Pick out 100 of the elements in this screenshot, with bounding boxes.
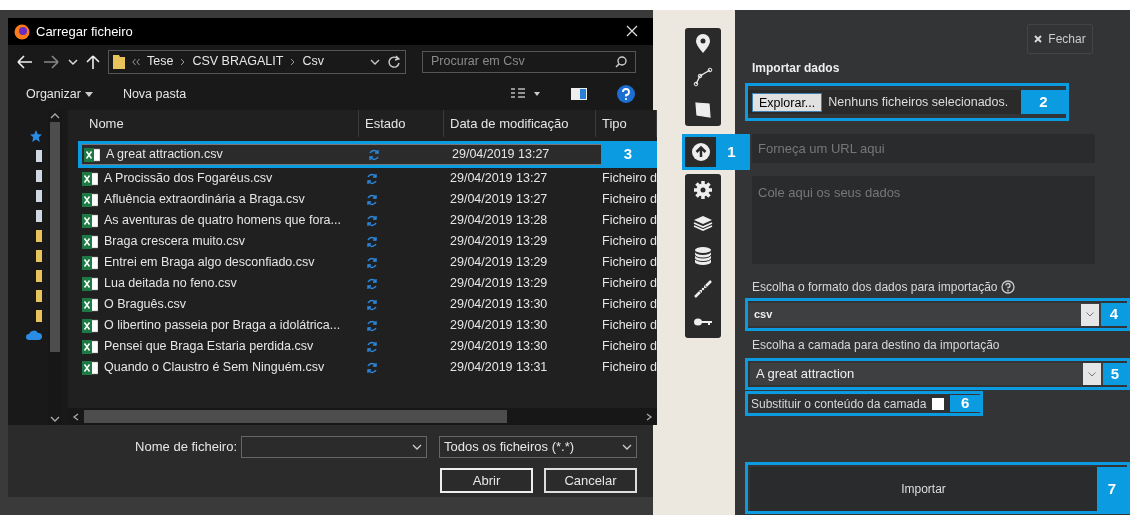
scrollbar-thumb[interactable] — [50, 122, 60, 352]
organize-menu-button[interactable]: Organizar — [26, 84, 93, 104]
replace-checkbox[interactable] — [932, 397, 945, 410]
map-tool-button[interactable] — [693, 180, 713, 200]
file-name: A great attraction.csv — [106, 146, 223, 164]
close-button[interactable]: Fechar — [1027, 24, 1093, 54]
file-row[interactable]: Quando o Claustro é Sem Ninguém.csv 29/04/2019 13:31 Ficheiro d — [68, 357, 657, 378]
double-chevron-icon — [132, 57, 140, 66]
map-tool-button[interactable] — [693, 279, 713, 299]
file-input[interactable]: Explorar... Nenhuns ficheiros selecionados. — [748, 90, 1021, 114]
chevron-down-icon — [622, 442, 632, 452]
sync-icon — [368, 148, 380, 161]
file-type: Ficheiro d — [601, 317, 657, 335]
file-type: Ficheiro d — [601, 233, 657, 251]
file-type: Ficheiro d — [601, 296, 657, 314]
modified-date: 29/04/2019 13:28 — [449, 212, 549, 230]
modified-date: 29/04/2019 13:27 — [451, 146, 551, 164]
preview-pane-icon[interactable] — [571, 88, 587, 100]
breadcrumb-item[interactable]: Csv — [302, 52, 324, 71]
file-row[interactable]: Pensei que Braga Estaria perdida.csv 29/04/2019 13:30 Ficheiro d — [68, 336, 657, 357]
folder-icon — [36, 310, 42, 322]
filename-field[interactable] — [241, 436, 427, 458]
arrows-icon — [693, 279, 713, 299]
file-row[interactable]: Afluência extraordinária a Braga.csv 29/04/2019 13:27 Ficheiro d — [68, 189, 657, 210]
forward-arrow-icon[interactable] — [42, 53, 60, 70]
field-label: Nome de ficheiro: — [135, 438, 237, 457]
file-name: Pensei que Braga Estaria perdida.csv — [104, 338, 314, 356]
folder-icon — [36, 190, 42, 202]
chevron-right-icon — [180, 57, 186, 66]
file-row[interactable]: O libertino passeia por Braga a idolátrica... 29/04/2019 13:30 Ficheiro d — [68, 315, 657, 336]
search-field[interactable]: Procurar em Csv — [422, 50, 636, 73]
spreadsheet-file-icon — [82, 171, 98, 186]
folder-icon — [36, 290, 42, 302]
map-tool-button[interactable] — [693, 67, 713, 87]
breadcrumb-item[interactable]: Tese — [147, 52, 174, 71]
spreadsheet-file-icon — [84, 147, 100, 162]
scrollbar-thumb[interactable] — [84, 410, 507, 423]
file-type: Ficheiro d — [601, 254, 657, 272]
file-row[interactable]: A Procissão dos Fogaréus.csv 29/04/2019 13:27 Ficheiro d — [68, 168, 657, 189]
column-header[interactable]: Data de modificação — [444, 110, 596, 137]
address-bar[interactable]: Tese CSV BRAGALIT Csv — [108, 49, 406, 74]
map-tool-button[interactable] — [693, 213, 713, 233]
folder-icon — [36, 170, 42, 182]
cancel-button[interactable]: Cancelar — [544, 468, 637, 493]
file-row[interactable]: As aventuras de quatro homens que fora... 29/04/2019 13:28 Ficheiro d — [68, 210, 657, 231]
file-name: O libertino passeia por Braga a idolátrica... — [104, 317, 341, 335]
column-header[interactable]: Estado — [359, 110, 444, 137]
view-options-icon[interactable] — [511, 88, 541, 100]
field-label: Escolha a camada para destino da importação — [752, 337, 1001, 354]
file-row[interactable]: Braga crescera muito.csv 29/04/2019 13:29 Ficheiro d — [68, 231, 657, 252]
folder-icon — [36, 270, 42, 282]
browse-button[interactable]: Explorar... — [752, 92, 823, 112]
sync-icon — [366, 214, 378, 227]
file-name: Quando o Claustro é Sem Ninguém.csv — [104, 359, 325, 377]
folder-icon — [36, 150, 42, 162]
upload-tool-button[interactable] — [685, 137, 716, 167]
column-header[interactable]: Nome — [68, 110, 359, 137]
file-type-dropdown[interactable]: Todos os ficheiros (*.*) — [439, 436, 637, 458]
sync-icon — [366, 256, 378, 269]
back-arrow-icon[interactable] — [16, 53, 34, 70]
selected-file-row[interactable]: A great attraction.csv 29/04/2019 13:27 — [81, 144, 602, 165]
polygon-icon — [693, 100, 713, 120]
file-row[interactable]: O Braguês.csv 29/04/2019 13:30 Ficheiro d — [68, 294, 657, 315]
caret-icon — [84, 91, 93, 97]
cloud-icon — [26, 330, 42, 340]
file-row[interactable]: Lua deitada no feno.csv 29/04/2019 13:29 Ficheiro d — [68, 273, 657, 294]
layer-dropdown[interactable]: A great attraction — [750, 363, 1103, 385]
file-type: Ficheiro d — [601, 212, 657, 230]
column-header[interactable]: Tipo — [596, 110, 657, 137]
file-name: A Procissão dos Fogaréus.csv — [104, 170, 273, 188]
breadcrumb-item[interactable]: CSV BRAGALIT — [192, 52, 284, 71]
modified-date: 29/04/2019 13:29 — [449, 275, 549, 293]
folder-icon — [113, 54, 125, 69]
help-icon[interactable] — [1001, 280, 1016, 294]
file-row[interactable]: Entrei em Braga algo desconfiado.csv 29/04/2019 13:29 Ficheiro d — [68, 252, 657, 273]
callout-number: 7 — [1097, 467, 1127, 511]
chevron-down-icon[interactable] — [68, 56, 78, 67]
section-heading: Importar dados — [751, 60, 841, 77]
format-dropdown[interactable]: csv — [748, 303, 1101, 326]
map-tool-button[interactable] — [693, 246, 713, 266]
file-name: Braga crescera muito.csv — [104, 233, 246, 251]
open-button[interactable]: Abrir — [440, 468, 533, 493]
up-arrow-icon[interactable] — [86, 53, 100, 70]
new-folder-button[interactable]: Nova pasta — [122, 84, 187, 104]
upload-icon — [690, 142, 711, 162]
help-icon[interactable] — [617, 85, 635, 103]
file-type: Ficheiro d — [601, 170, 657, 188]
chevron-down-icon — [1088, 371, 1096, 377]
modified-date: 29/04/2019 13:29 — [449, 233, 549, 251]
file-name: As aventuras de quatro homens que fora... — [104, 212, 341, 230]
map-tool-button[interactable] — [693, 100, 713, 120]
file-status: Nenhuns ficheiros selecionados. — [828, 93, 1009, 111]
layers-icon — [693, 213, 713, 233]
file-type: Ficheiro d — [601, 275, 657, 293]
import-button[interactable]: Importar — [750, 467, 1097, 511]
map-tool-button[interactable] — [693, 34, 713, 54]
modified-date: 29/04/2019 13:29 — [449, 254, 549, 272]
modified-date: 29/04/2019 13:27 — [449, 170, 549, 188]
refresh-icon[interactable] — [387, 54, 401, 69]
sync-icon — [366, 361, 378, 374]
